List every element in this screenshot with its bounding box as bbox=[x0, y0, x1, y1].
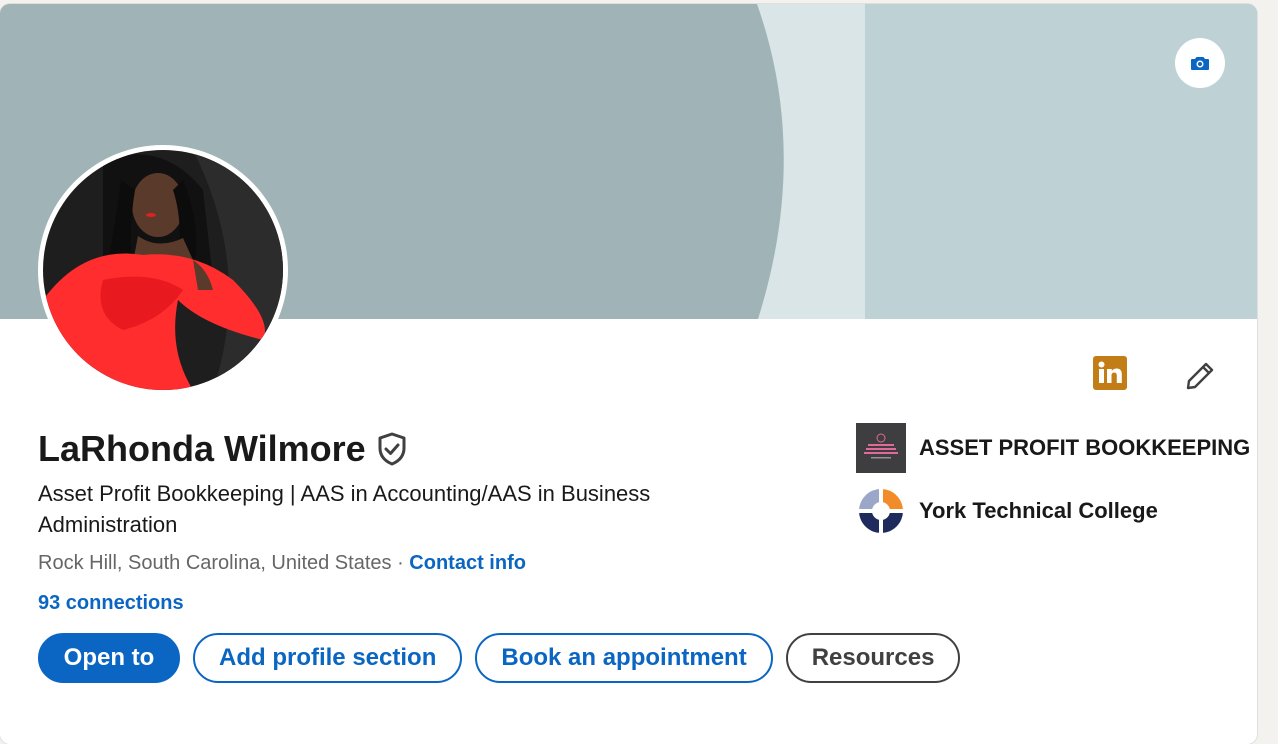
org-name-school: York Technical College bbox=[919, 498, 1158, 523]
pencil-icon bbox=[1186, 362, 1214, 390]
location-separator: · bbox=[397, 552, 404, 574]
edit-intro-button[interactable] bbox=[1180, 356, 1220, 396]
org-item-school[interactable]: York Technical College bbox=[856, 486, 1158, 536]
profile-actions: Open to Add profile section Book an appo… bbox=[38, 633, 961, 683]
profile-photo-image bbox=[43, 150, 283, 390]
org-item-company[interactable]: ASSET PROFIT BOOKKEEPING bbox=[856, 423, 1250, 473]
profile-photo-frame[interactable] bbox=[38, 145, 288, 395]
org-name-company: ASSET PROFIT BOOKKEEPING bbox=[919, 435, 1251, 460]
profile-name: LaRhonda Wilmore bbox=[38, 428, 366, 469]
profile-photo[interactable] bbox=[43, 150, 283, 390]
profile-card: LaRhonda Wilmore Asset Profit Bookkeepin… bbox=[0, 4, 1257, 744]
profile-headline: Asset Profit Bookkeeping | AAS in Accoun… bbox=[38, 481, 651, 537]
location-line: Rock Hill, South Carolina, United States… bbox=[38, 552, 526, 575]
connections-link[interactable]: 93 connections bbox=[38, 592, 184, 615]
company-logo bbox=[856, 423, 906, 473]
resources-button[interactable]: Resources bbox=[785, 633, 961, 683]
edit-banner-button[interactable] bbox=[1175, 38, 1225, 88]
camera-icon bbox=[1191, 57, 1209, 70]
contact-info-link[interactable]: Contact info bbox=[409, 552, 526, 574]
profile-name-row: LaRhonda Wilmore bbox=[38, 428, 408, 470]
profile-location: Rock Hill, South Carolina, United States bbox=[38, 552, 392, 574]
book-appointment-button[interactable]: Book an appointment bbox=[475, 633, 773, 683]
school-logo bbox=[856, 486, 906, 536]
verified-shield-icon[interactable] bbox=[376, 432, 408, 466]
verified-badge-glyph bbox=[378, 432, 406, 466]
linkedin-icon[interactable] bbox=[1093, 356, 1127, 390]
linkedin-logo-glyph bbox=[1098, 361, 1122, 383]
add-profile-section-button[interactable]: Add profile section bbox=[193, 633, 463, 683]
open-to-button[interactable]: Open to bbox=[38, 633, 180, 683]
